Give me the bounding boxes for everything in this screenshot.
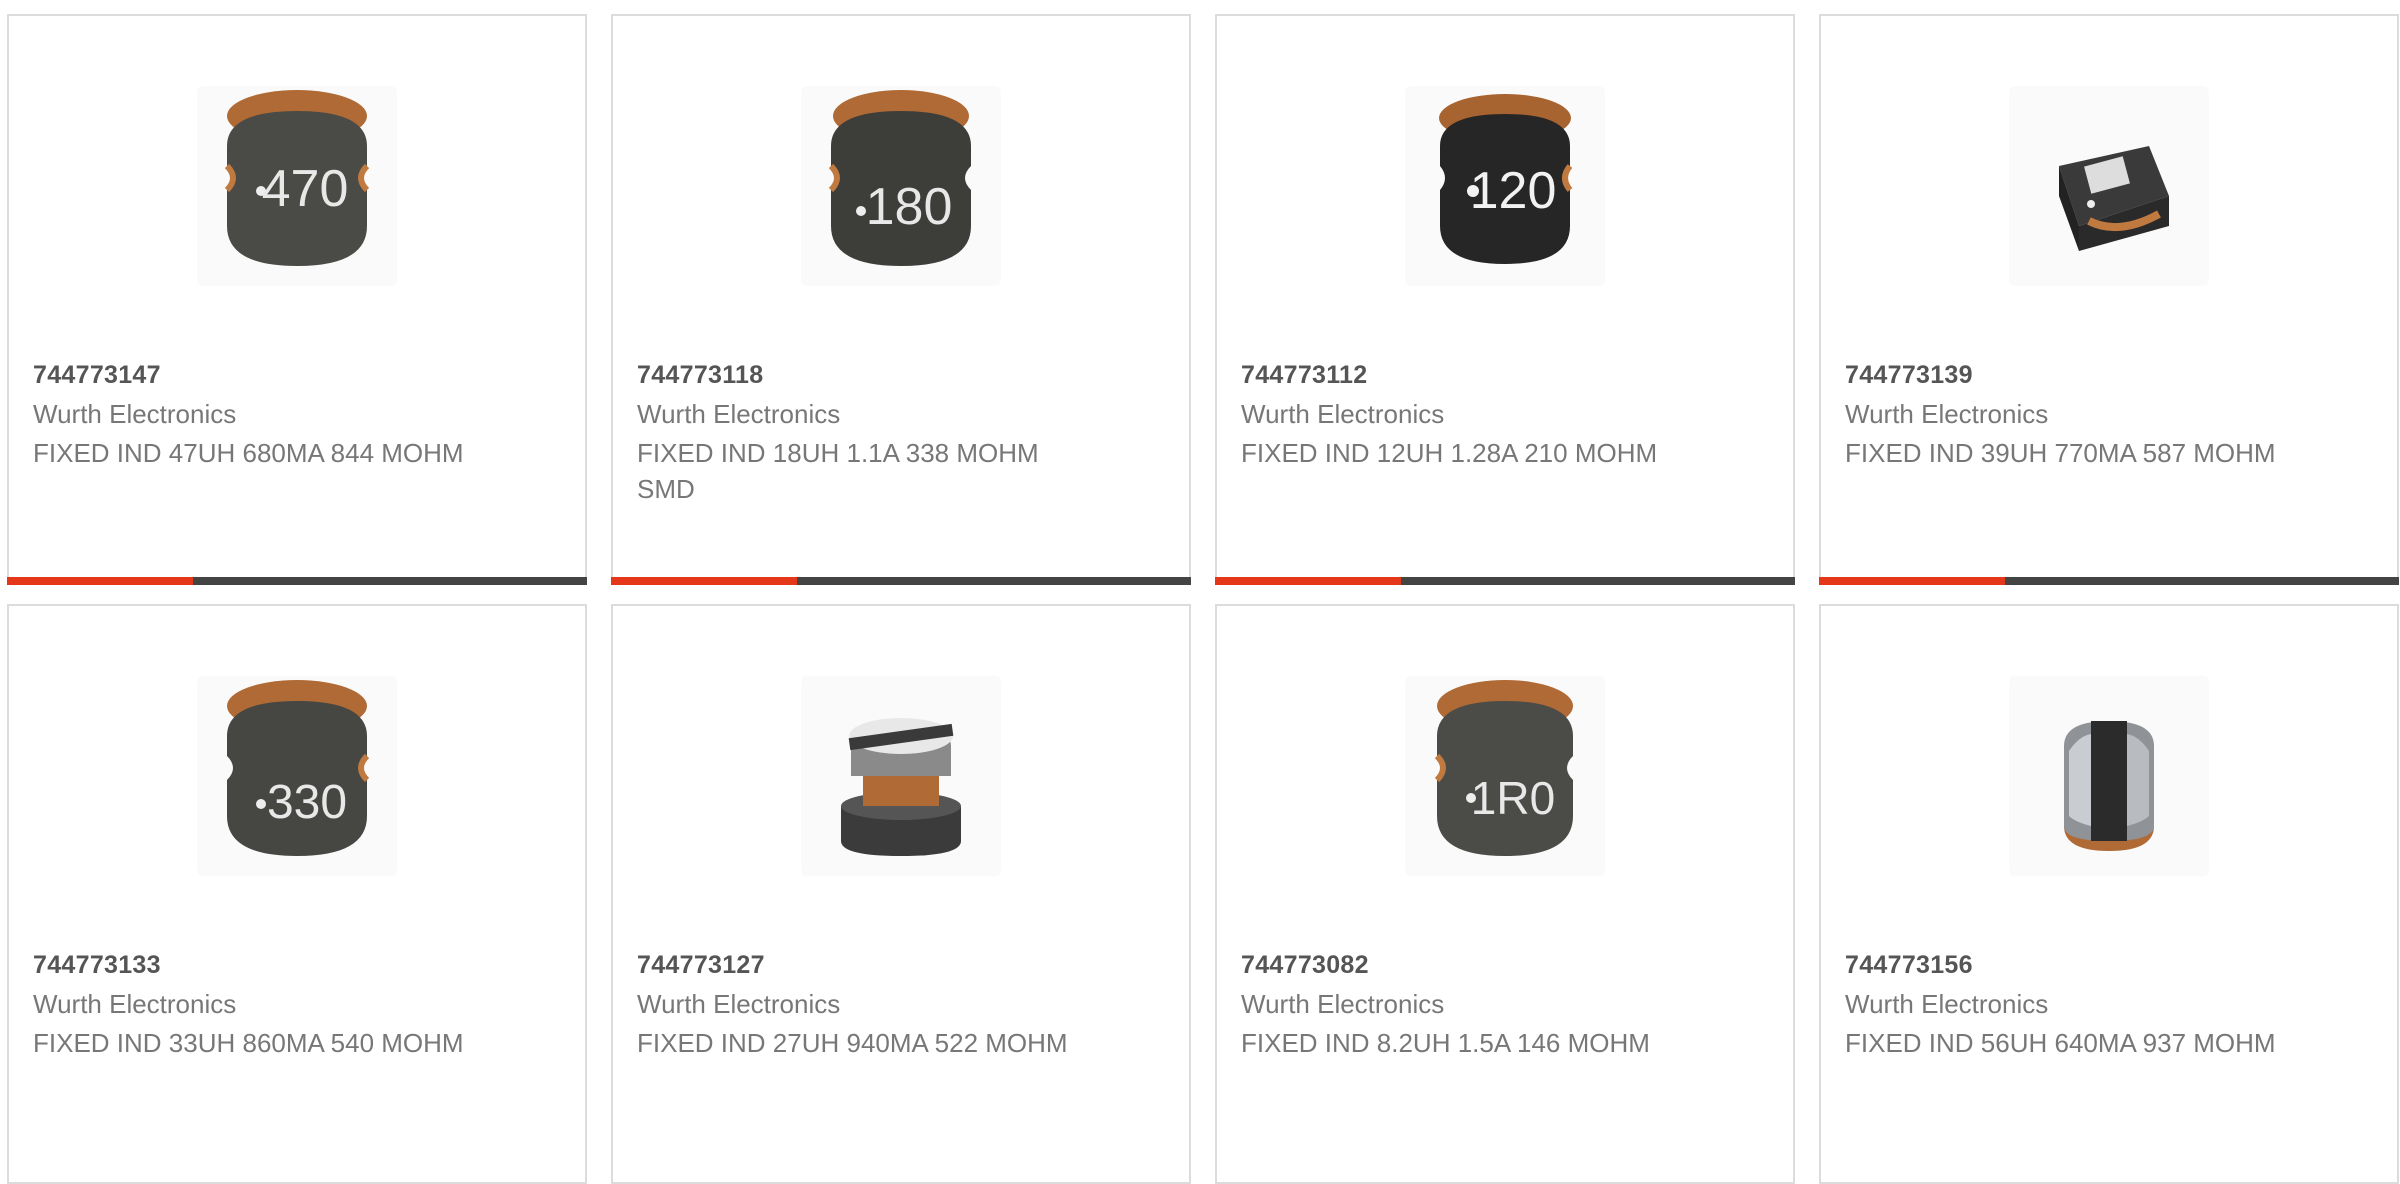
- product-image[interactable]: 470: [197, 86, 397, 286]
- description: FIXED IND 56UH 640MA 937 MOHM: [1845, 1028, 2276, 1058]
- product-grid: 470 744773147 Wurth Electronics FIXED IN…: [0, 0, 2400, 1184]
- manufacturer: Wurth Electronics: [1241, 399, 1445, 429]
- marking-text: 1R0: [1471, 772, 1555, 824]
- product-image[interactable]: [801, 676, 1001, 876]
- product-image[interactable]: 180: [801, 86, 1001, 286]
- progress-fill: [1819, 577, 2005, 585]
- progress-fill: [7, 577, 193, 585]
- progress-bar: [7, 577, 587, 585]
- product-image[interactable]: 1R0: [1405, 676, 1605, 876]
- part-number[interactable]: 744773118: [637, 361, 763, 390]
- product-card[interactable]: 330 744773133 Wurth Electronics FIXED IN…: [7, 604, 587, 1184]
- product-card[interactable]: 744773156 Wurth Electronics FIXED IND 56…: [1819, 604, 2399, 1184]
- product-card[interactable]: 744773127 Wurth Electronics FIXED IND 27…: [611, 604, 1191, 1184]
- product-card[interactable]: 120 744773112 Wurth Electronics FIXED IN…: [1215, 14, 1795, 585]
- description: FIXED IND 47UH 680MA 844 MOHM: [33, 438, 464, 468]
- product-image[interactable]: [2009, 676, 2209, 876]
- part-number[interactable]: 744773147: [33, 361, 161, 390]
- part-number[interactable]: 744773127: [637, 951, 765, 980]
- part-number[interactable]: 744773082: [1241, 951, 1369, 980]
- manufacturer: Wurth Electronics: [1845, 399, 2049, 429]
- part-number[interactable]: 744773112: [1241, 361, 1367, 390]
- manufacturer: Wurth Electronics: [1845, 989, 2049, 1019]
- description: FIXED IND 8.2UH 1.5A 146 MOHM: [1241, 1028, 1650, 1058]
- description: FIXED IND 18UH 1.1A 338 MOHM SMD: [637, 438, 1039, 504]
- marking-text: 330: [267, 776, 347, 829]
- product-image[interactable]: 120: [1405, 86, 1605, 286]
- description: FIXED IND 12UH 1.28A 210 MOHM: [1241, 438, 1658, 468]
- progress-bar: [611, 577, 1191, 585]
- product-image[interactable]: 330: [197, 676, 397, 876]
- product-card[interactable]: 180 744773118 Wurth Electronics FIXED IN…: [611, 14, 1191, 585]
- part-number[interactable]: 744773133: [33, 951, 161, 980]
- description: FIXED IND 27UH 940MA 522 MOHM: [637, 1028, 1068, 1058]
- marking-text: 470: [262, 160, 349, 218]
- part-number[interactable]: 744773139: [1845, 361, 1973, 390]
- progress-fill: [1215, 577, 1401, 585]
- manufacturer: Wurth Electronics: [637, 989, 841, 1019]
- manufacturer: Wurth Electronics: [33, 989, 237, 1019]
- description: FIXED IND 33UH 860MA 540 MOHM: [33, 1028, 464, 1058]
- product-image[interactable]: [2009, 86, 2209, 286]
- product-card[interactable]: 470 744773147 Wurth Electronics FIXED IN…: [7, 14, 587, 585]
- marking-text: 120: [1470, 162, 1557, 220]
- description: FIXED IND 39UH 770MA 587 MOHM: [1845, 438, 2276, 468]
- product-card[interactable]: 744773139 Wurth Electronics FIXED IND 39…: [1819, 14, 2399, 585]
- product-card[interactable]: 1R0 744773082 Wurth Electronics FIXED IN…: [1215, 604, 1795, 1184]
- manufacturer: Wurth Electronics: [33, 399, 237, 429]
- manufacturer: Wurth Electronics: [637, 399, 841, 429]
- progress-bar: [1819, 577, 2399, 585]
- progress-bar: [1215, 577, 1795, 585]
- manufacturer: Wurth Electronics: [1241, 989, 1445, 1019]
- marking-text: 180: [866, 178, 953, 236]
- part-number[interactable]: 744773156: [1845, 951, 1973, 980]
- progress-fill: [611, 577, 797, 585]
